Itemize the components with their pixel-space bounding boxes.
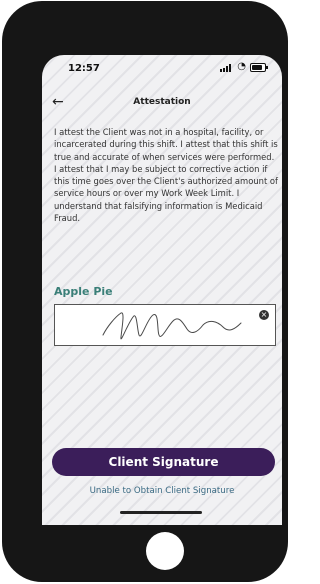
close-circle-icon[interactable]: × — [259, 310, 269, 320]
app-screen: 12:57 ◔ ← Attestation I attest the Clien… — [42, 55, 282, 525]
signature-stroke — [102, 312, 242, 340]
client-signature-button[interactable]: Client Signature — [52, 448, 275, 476]
status-bar: 12:57 ◔ — [42, 55, 282, 81]
unable-to-obtain-link[interactable]: Unable to Obtain Client Signature — [42, 486, 282, 496]
signature-pad[interactable]: × — [54, 304, 276, 346]
signal-icon — [220, 64, 232, 72]
battery-icon — [250, 63, 268, 72]
home-button[interactable] — [146, 532, 184, 570]
home-indicator — [120, 511, 202, 514]
header: ← Attestation — [42, 93, 282, 113]
wifi-icon: ◔ — [237, 61, 246, 72]
attestation-text: I attest the Client was not in a hospita… — [54, 127, 278, 224]
page-title: Attestation — [133, 97, 191, 107]
phone-frame: 12:57 ◔ ← Attestation I attest the Clien… — [2, 1, 288, 582]
status-time: 12:57 — [68, 63, 100, 74]
client-name: Apple Pie — [54, 285, 113, 298]
